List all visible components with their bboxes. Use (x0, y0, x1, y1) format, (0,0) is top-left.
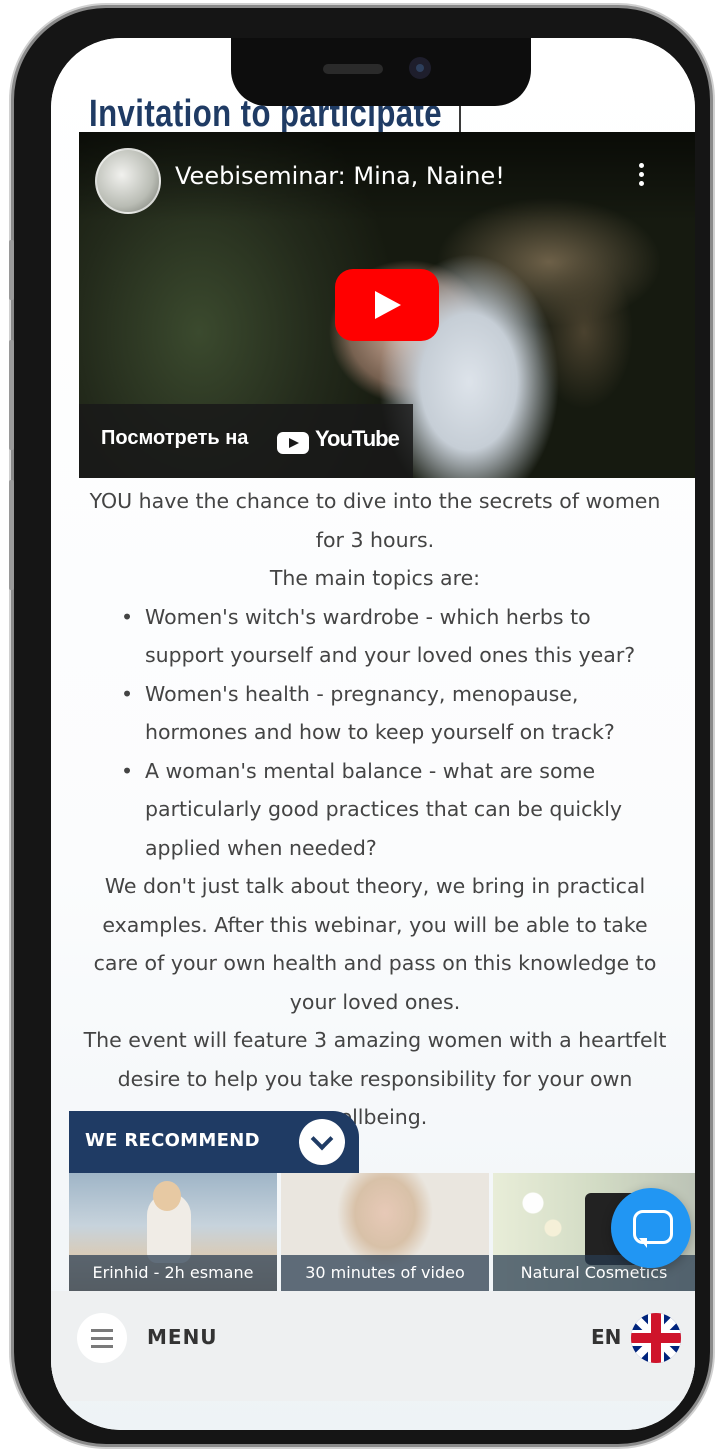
recommend-carousel: Erinhid - 2h esmane 30 minutes of video … (69, 1173, 695, 1291)
watch-on-youtube-button[interactable]: Посмотреть на YouTube (79, 404, 413, 478)
article-body: YOU have the chance to dive into the sec… (77, 482, 673, 1137)
list-item: Women's health - pregnancy, menopause, h… (121, 675, 673, 752)
channel-avatar[interactable] (95, 148, 161, 214)
language-label[interactable]: EN (591, 1325, 621, 1349)
phone-side-button (9, 240, 14, 300)
recommend-card-1[interactable]: Erinhid - 2h esmane (69, 1173, 277, 1291)
recommend-card-2[interactable]: 30 minutes of video (281, 1173, 489, 1291)
phone-screen: Invitation to participate Veebiseminar: … (51, 38, 695, 1430)
list-item: Women's witch's wardrobe - which herbs t… (121, 598, 673, 675)
page-content: Invitation to participate Veebiseminar: … (51, 38, 695, 1430)
intro-line: YOU have the chance to dive into the sec… (89, 489, 661, 552)
menu-label[interactable]: MENU (147, 1325, 218, 1349)
speaker-grille (323, 64, 383, 74)
topics-list: Women's witch's wardrobe - which herbs t… (77, 598, 673, 868)
play-icon[interactable] (335, 269, 439, 341)
list-item: A woman's mental balance - what are some… (121, 752, 673, 868)
chat-button[interactable] (611, 1188, 691, 1268)
chat-icon-tail (639, 1238, 647, 1248)
youtube-video-embed[interactable]: Veebiseminar: Mina, Naine! Посмотреть на… (79, 132, 695, 478)
card-caption: 30 minutes of video (281, 1255, 489, 1291)
video-title[interactable]: Veebiseminar: Mina, Naine! (175, 162, 505, 190)
bottom-nav: MENU EN (51, 1291, 695, 1401)
person-head-image (153, 1181, 181, 1211)
youtube-icon (277, 432, 309, 454)
phone-side-button (9, 340, 14, 450)
camera-icon (409, 57, 431, 79)
watch-on-label: Посмотреть на (101, 427, 249, 449)
we-recommend-tab[interactable]: WE RECOMMEND (69, 1111, 359, 1173)
paragraph-theory: We don't just talk about theory, we brin… (93, 874, 657, 1014)
we-recommend-label: WE RECOMMEND (85, 1130, 260, 1151)
chevron-down-icon[interactable] (299, 1119, 345, 1165)
topics-heading: The main topics are: (269, 566, 481, 590)
phone-frame: Invitation to participate Veebiseminar: … (14, 8, 710, 1444)
hamburger-icon[interactable] (77, 1313, 127, 1363)
phone-side-button (9, 480, 14, 590)
card-caption: Erinhid - 2h esmane (69, 1255, 277, 1291)
phone-notch (231, 38, 531, 106)
uk-flag-icon[interactable] (631, 1313, 681, 1363)
kebab-icon[interactable] (631, 160, 651, 196)
youtube-wordmark: YouTube (315, 426, 400, 451)
